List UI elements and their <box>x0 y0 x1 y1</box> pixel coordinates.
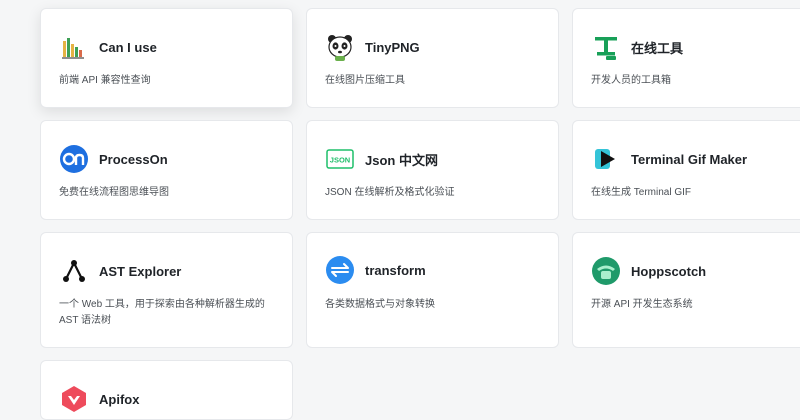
panda-icon <box>325 32 355 62</box>
tool-card-json[interactable]: JSON Json 中文网 JSON 在线解析及格式化验证 <box>306 120 559 220</box>
card-title: Terminal Gif Maker <box>631 151 748 167</box>
hoppscotch-icon <box>591 256 621 286</box>
card-title: TinyPNG <box>365 39 420 55</box>
gong-logo-icon <box>591 32 621 62</box>
card-title: Hoppscotch <box>631 263 707 279</box>
card-description: 前端 API 兼容性查询 <box>59 75 151 86</box>
tool-card-transform[interactable]: transform 各类数据格式与对象转换 <box>306 232 559 348</box>
card-title: 在线工具 <box>631 40 684 56</box>
tool-card-hoppscotch[interactable]: Hoppscotch 开源 API 开发生态系统 <box>572 232 800 348</box>
tool-card-ast-explorer[interactable]: AST Explorer 一个 Web 工具，用于探索由各种解析器生成的 AST… <box>40 232 293 348</box>
card-title: ProcessOn <box>99 151 168 167</box>
terminal-gif-icon <box>591 144 621 174</box>
caniuse-icon <box>59 32 89 62</box>
card-title: Json 中文网 <box>365 152 438 168</box>
transform-icon <box>325 255 355 285</box>
tool-card-terminal-gif[interactable]: Terminal Gif Maker 在线生成 Terminal GIF <box>572 120 800 220</box>
json-icon: JSON <box>325 144 355 174</box>
tool-card-caniuse[interactable]: Can I use 前端 API 兼容性查询 <box>40 8 293 108</box>
card-title: transform <box>365 262 426 278</box>
card-description: 开发人员的工具箱 <box>591 75 671 86</box>
apifox-icon <box>59 384 89 414</box>
svg-text:JSON: JSON <box>330 156 350 165</box>
card-description: 各类数据格式与对象转换 <box>325 299 435 310</box>
card-description: 在线图片压缩工具 <box>325 75 405 86</box>
card-title: Apifox <box>99 391 140 407</box>
card-description: 开源 API 开发生态系统 <box>591 299 693 310</box>
card-title: Can I use <box>99 39 157 55</box>
tool-card-tinypng[interactable]: TinyPNG 在线图片压缩工具 <box>306 8 559 108</box>
tool-card-processon[interactable]: ProcessOn 免费在线流程图思维导图 <box>40 120 293 220</box>
tool-card-online-tools[interactable]: 在线工具 开发人员的工具箱 <box>572 8 800 108</box>
card-description: 一个 Web 工具，用于探索由各种解析器生成的 AST 语法树 <box>59 299 265 326</box>
card-description: 在线生成 Terminal GIF <box>591 187 692 198</box>
ast-explorer-icon <box>59 256 89 286</box>
card-description: 免费在线流程图思维导图 <box>59 187 169 198</box>
processon-icon <box>59 144 89 174</box>
card-description: JSON 在线解析及格式化验证 <box>325 187 455 198</box>
card-title: AST Explorer <box>99 263 182 279</box>
tool-card-apifox[interactable]: Apifox <box>40 360 293 420</box>
